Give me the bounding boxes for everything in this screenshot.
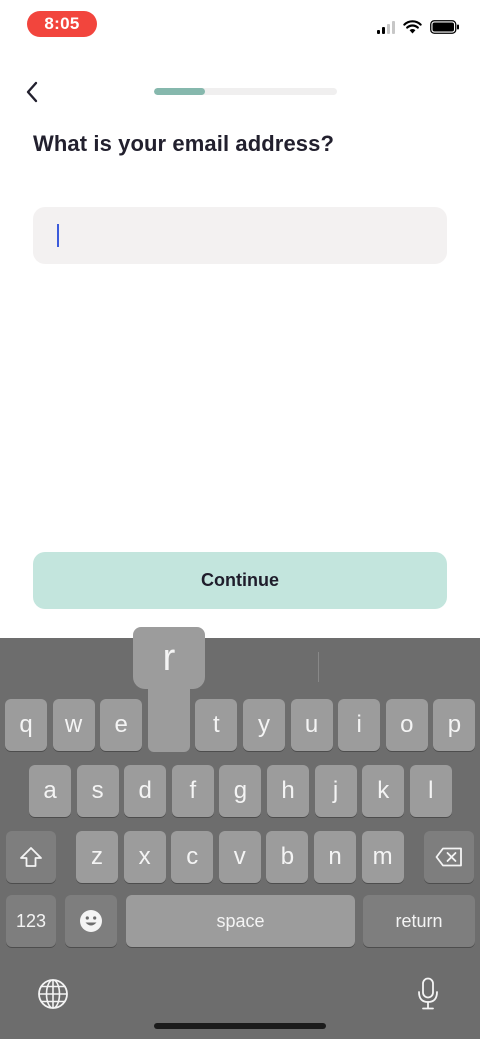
key-v[interactable]: v (218, 831, 261, 883)
cellular-signal-icon (377, 20, 395, 34)
emoji-icon (80, 910, 102, 932)
key-l[interactable]: l (409, 765, 452, 817)
key-p[interactable]: p (433, 699, 476, 751)
numbers-key[interactable]: 123 (6, 895, 56, 947)
key-z[interactable]: z (76, 831, 118, 883)
key-s[interactable]: s (76, 765, 119, 817)
key-d[interactable]: d (124, 765, 167, 817)
key-h[interactable]: h (267, 765, 309, 817)
shift-icon (20, 847, 42, 867)
signup-progress-fill (154, 88, 206, 95)
back-button[interactable] (16, 76, 48, 108)
backspace-icon (435, 847, 462, 867)
key-w[interactable]: w (52, 699, 95, 751)
key-q[interactable]: q (5, 699, 47, 751)
key-x[interactable]: x (123, 831, 166, 883)
email-field-container (33, 207, 447, 264)
key-m[interactable]: m (361, 831, 404, 883)
return-key[interactable]: return (363, 895, 475, 947)
status-bar: 8:05 (0, 0, 480, 48)
key-popup-preview: r (133, 627, 205, 752)
signup-progress-bar (154, 88, 337, 95)
key-g[interactable]: g (219, 765, 262, 817)
globe-button[interactable] (34, 975, 72, 1013)
status-time: 8:05 (27, 11, 97, 37)
wifi-icon (403, 20, 422, 34)
key-y[interactable]: y (243, 699, 285, 751)
email-field[interactable] (33, 207, 447, 264)
key-a[interactable]: a (29, 765, 71, 817)
microphone-icon (418, 977, 438, 1010)
emoji-key[interactable] (65, 895, 117, 947)
key-i[interactable]: i (338, 699, 381, 751)
delete-key[interactable] (424, 831, 474, 883)
key-o[interactable]: o (385, 699, 428, 751)
key-popup-letter: r (133, 627, 205, 689)
chevron-left-icon (26, 81, 38, 103)
key-u[interactable]: u (290, 699, 333, 751)
key-c[interactable]: c (171, 831, 214, 883)
text-caret (57, 224, 59, 247)
home-indicator[interactable] (154, 1023, 326, 1029)
key-f[interactable]: f (171, 765, 214, 817)
key-j[interactable]: j (314, 765, 357, 817)
continue-button[interactable]: Continue (33, 552, 447, 609)
shift-key[interactable] (6, 831, 56, 883)
status-icons (377, 17, 460, 37)
suggestion-divider (318, 652, 319, 682)
page-title: What is your email address? (33, 131, 335, 156)
battery-icon (430, 20, 459, 34)
key-k[interactable]: k (362, 765, 405, 817)
key-b[interactable]: b (266, 831, 309, 883)
key-n[interactable]: n (314, 831, 356, 883)
space-key[interactable]: space (126, 895, 355, 947)
dictation-button[interactable] (409, 975, 447, 1013)
globe-icon (38, 979, 68, 1009)
on-screen-keyboard: 123 space return qwetyuiopasdfghjklzxcvb… (0, 638, 480, 1039)
